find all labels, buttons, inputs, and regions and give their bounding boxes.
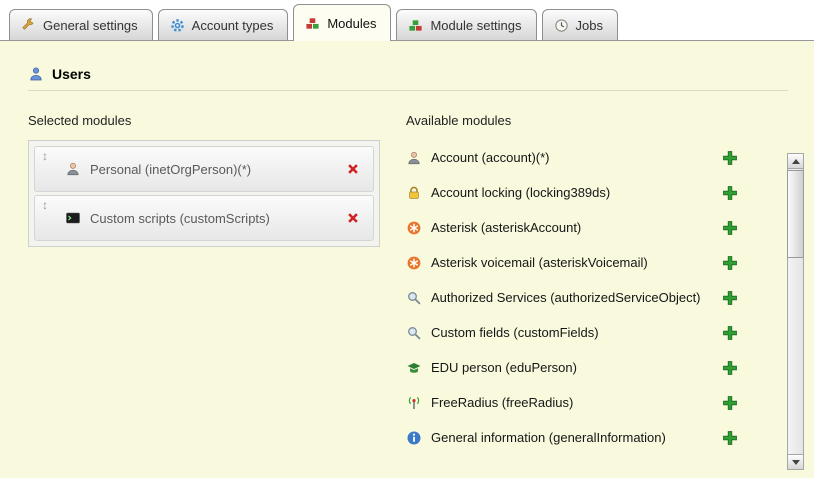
users-section-header: Users <box>28 66 788 91</box>
add-module-button[interactable] <box>722 255 738 271</box>
terminal-icon <box>65 210 81 226</box>
add-module-button[interactable] <box>722 360 738 376</box>
modules-icon <box>305 16 320 31</box>
tab-account-types[interactable]: Account types <box>158 9 289 40</box>
graduation-icon <box>406 360 422 376</box>
add-module-button[interactable] <box>722 395 738 411</box>
drag-handle-icon[interactable]: ↕ <box>42 149 48 163</box>
selected-module-label: Personal (inetOrgPerson)(*) <box>90 162 251 177</box>
clock-icon <box>554 18 569 33</box>
scrollbar-thumb[interactable] <box>787 170 804 258</box>
available-module-label: FreeRadius (freeRadius) <box>431 395 573 410</box>
available-module-label: Account (account)(*) <box>431 150 550 165</box>
available-module-row: EDU person (eduPerson) <box>406 350 738 385</box>
selected-module-row: ↕ Custom scripts (customScripts) <box>34 195 374 241</box>
tab-jobs[interactable]: Jobs <box>542 9 618 40</box>
wrench-icon <box>21 18 36 33</box>
vertical-scrollbar[interactable] <box>787 153 804 470</box>
remove-module-button[interactable] <box>345 210 361 226</box>
tab-label: Modules <box>327 16 376 31</box>
selected-modules-heading: Selected modules <box>28 113 380 128</box>
person-icon <box>65 161 81 177</box>
magnifier-icon <box>406 290 422 306</box>
available-module-label: General information (generalInformation) <box>431 430 666 445</box>
module-settings-icon <box>408 18 423 33</box>
available-module-label: Account locking (locking389ds) <box>431 185 610 200</box>
available-modules-list: Account (account)(*) Account locking (lo… <box>406 140 738 455</box>
tab-bar: General settings Account types Modules M… <box>0 0 814 41</box>
selected-module-label: Custom scripts (customScripts) <box>90 211 270 226</box>
available-module-row: General information (generalInformation) <box>406 420 738 455</box>
tab-label: Module settings <box>430 18 521 33</box>
arrow-up-icon <box>792 159 800 164</box>
selected-modules-list: ↕ Personal (inetOrgPerson)(*) ↕ Custom s… <box>28 140 380 247</box>
available-module-row: Asterisk (asteriskAccount) <box>406 210 738 245</box>
available-module-row: Authorized Services (authorizedServiceOb… <box>406 280 738 315</box>
available-module-label: Authorized Services (authorizedServiceOb… <box>431 290 701 305</box>
lock-icon <box>406 185 422 201</box>
modules-panel: Users Selected modules ↕ Personal (inetO… <box>0 41 814 478</box>
available-module-label: EDU person (eduPerson) <box>431 360 577 375</box>
available-module-label: Custom fields (customFields) <box>431 325 599 340</box>
gear-icon <box>170 18 185 33</box>
user-icon <box>28 66 44 82</box>
add-module-button[interactable] <box>722 325 738 341</box>
available-module-label: Asterisk (asteriskAccount) <box>431 220 581 235</box>
add-module-button[interactable] <box>722 220 738 236</box>
available-module-row: FreeRadius (freeRadius) <box>406 385 738 420</box>
available-module-label: Asterisk voicemail (asteriskVoicemail) <box>431 255 648 270</box>
available-module-row: Custom fields (customFields) <box>406 315 738 350</box>
scroll-up-button[interactable] <box>787 153 804 169</box>
available-module-row: Account (account)(*) <box>406 140 738 175</box>
tab-modules[interactable]: Modules <box>293 4 391 41</box>
add-module-button[interactable] <box>722 185 738 201</box>
tab-label: Jobs <box>576 18 603 33</box>
available-module-row: Account locking (locking389ds) <box>406 175 738 210</box>
magnifier-icon <box>406 325 422 341</box>
available-module-row: Asterisk voicemail (asteriskVoicemail) <box>406 245 738 280</box>
scroll-down-button[interactable] <box>787 454 804 470</box>
add-module-button[interactable] <box>722 290 738 306</box>
asterisk-icon <box>406 255 422 271</box>
person-icon <box>406 150 422 166</box>
arrow-down-icon <box>792 460 800 465</box>
selected-module-row: ↕ Personal (inetOrgPerson)(*) <box>34 146 374 192</box>
page-title: Users <box>52 66 91 82</box>
info-icon <box>406 430 422 446</box>
remove-module-button[interactable] <box>345 161 361 177</box>
tab-label: Account types <box>192 18 274 33</box>
tab-label: General settings <box>43 18 138 33</box>
antenna-icon <box>406 395 422 411</box>
tab-general-settings[interactable]: General settings <box>9 9 153 40</box>
available-modules-heading: Available modules <box>406 113 738 128</box>
tab-module-settings[interactable]: Module settings <box>396 9 536 40</box>
add-module-button[interactable] <box>722 150 738 166</box>
asterisk-icon <box>406 220 422 236</box>
add-module-button[interactable] <box>722 430 738 446</box>
drag-handle-icon[interactable]: ↕ <box>42 198 48 212</box>
